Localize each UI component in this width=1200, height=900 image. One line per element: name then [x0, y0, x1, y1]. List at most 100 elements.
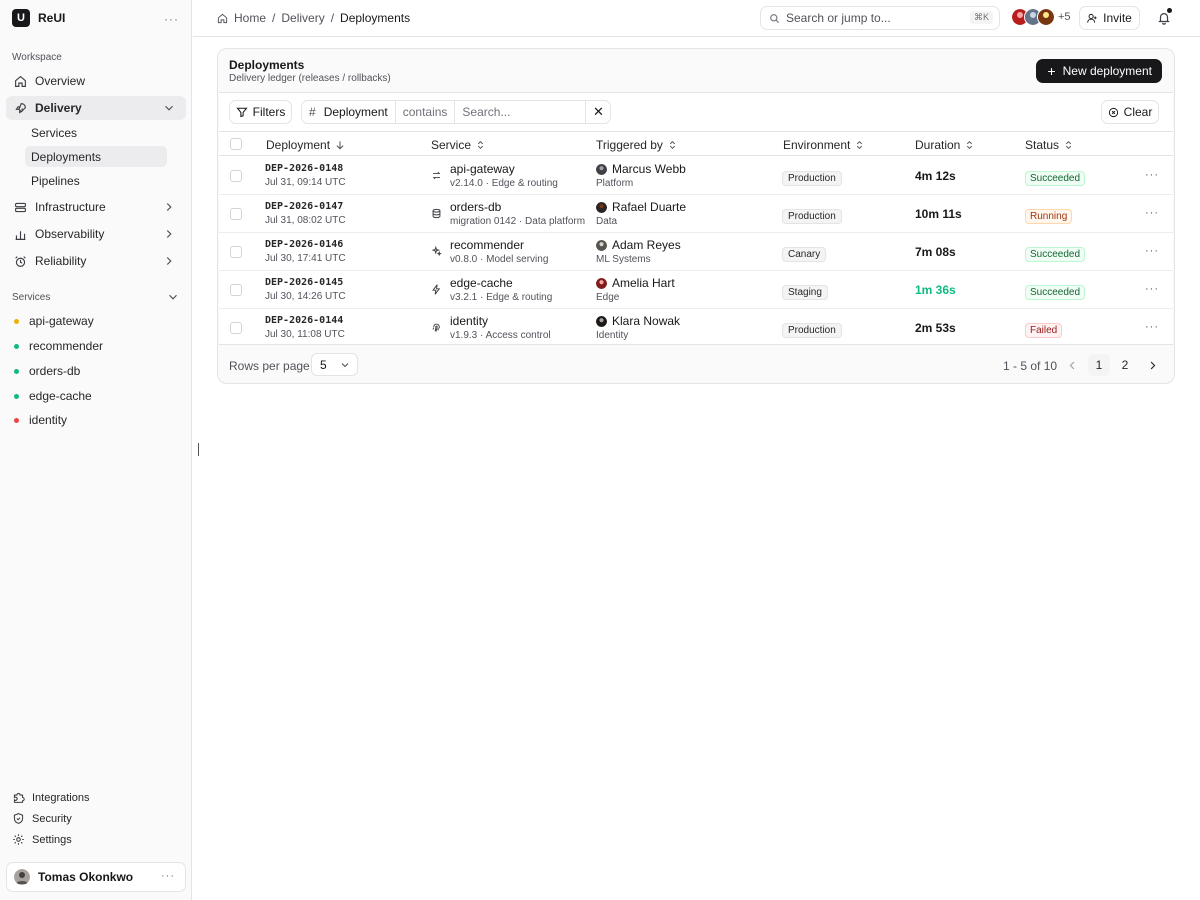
deployment-id[interactable]: DEP-2026-0148: [265, 163, 346, 174]
chevron-right-icon[interactable]: [162, 200, 176, 214]
more-horizontal-icon[interactable]: ···: [1145, 169, 1159, 181]
environment-cell: Production: [782, 207, 842, 224]
service-meta: v1.9.3 · Access control: [450, 330, 551, 341]
sidebar-item-overview[interactable]: Overview: [6, 69, 186, 93]
more-horizontal-icon[interactable]: ···: [1145, 321, 1159, 333]
sidebar-footer-security[interactable]: Security: [12, 812, 72, 825]
rows-per-page-select[interactable]: 5: [311, 353, 358, 376]
status-cell: Succeeded: [1025, 169, 1086, 186]
new-deployment-label: New deployment: [1062, 64, 1152, 78]
column-duration[interactable]: Duration: [915, 138, 974, 152]
table-row[interactable]: DEP-2026-0144 Jul 30, 11:08 UTC identity…: [219, 309, 1173, 347]
table-row[interactable]: DEP-2026-0145 Jul 30, 14:26 UTC edge-cac…: [219, 271, 1173, 309]
sidebar-item-reliability[interactable]: Reliability: [6, 249, 186, 273]
user-name[interactable]: Marcus Webb: [612, 162, 686, 176]
deployment-id[interactable]: DEP-2026-0146: [265, 239, 346, 250]
status-cell: Succeeded: [1025, 283, 1086, 300]
brand-logo: U: [12, 9, 30, 27]
chevron-down-icon[interactable]: [166, 290, 180, 304]
sidebar-subitem-pipelines[interactable]: Pipelines: [25, 170, 167, 191]
row-checkbox[interactable]: [230, 170, 242, 182]
sidebar-item-observability[interactable]: Observability: [6, 222, 186, 246]
deployment-time: Jul 31, 08:02 UTC: [265, 215, 346, 226]
environment-badge: Production: [782, 209, 842, 224]
table-row[interactable]: DEP-2026-0146 Jul 30, 17:41 UTC recommen…: [219, 233, 1173, 271]
triggered-by-cell: Marcus Webb Platform: [596, 162, 686, 189]
deployment-id[interactable]: DEP-2026-0147: [265, 201, 346, 212]
deployment-id[interactable]: DEP-2026-0144: [265, 315, 345, 326]
collaborator-avatars[interactable]: +5: [1011, 8, 1071, 26]
clear-button[interactable]: Clear: [1101, 100, 1159, 124]
bell-icon[interactable]: [1157, 11, 1171, 25]
bolt-icon: [432, 284, 441, 295]
environment-cell: Production: [782, 321, 842, 338]
service-name[interactable]: api-gateway: [450, 162, 558, 176]
row-checkbox[interactable]: [230, 284, 242, 296]
more-horizontal-icon[interactable]: ···: [1145, 207, 1159, 219]
sidebar-service-recommender[interactable]: recommender: [14, 339, 103, 353]
status-dot: [14, 343, 19, 349]
more-horizontal-icon[interactable]: ···: [1145, 245, 1159, 257]
column-deployment[interactable]: Deployment: [266, 138, 345, 152]
user-team: ML Systems: [596, 254, 651, 265]
sidebar-service-edge-cache[interactable]: edge-cache: [14, 389, 92, 403]
column-environment[interactable]: Environment: [783, 138, 864, 152]
table-row[interactable]: DEP-2026-0147 Jul 31, 08:02 UTC orders-d…: [219, 195, 1173, 233]
user-name[interactable]: Adam Reyes: [612, 238, 681, 252]
sidebar-service-api-gateway[interactable]: api-gateway: [14, 314, 94, 328]
page-button-2[interactable]: 2: [1114, 354, 1136, 376]
breadcrumb-delivery[interactable]: Delivery: [281, 11, 324, 25]
new-deployment-button[interactable]: New deployment: [1035, 59, 1162, 83]
plus-icon: [1047, 67, 1055, 75]
sidebar-item-delivery[interactable]: Delivery: [6, 96, 186, 120]
column-triggered-by[interactable]: Triggered by: [596, 138, 677, 152]
global-search[interactable]: Search or jump to... ⌘K: [760, 6, 1000, 30]
invite-button[interactable]: Invite: [1079, 6, 1140, 30]
deployment-id[interactable]: DEP-2026-0145: [265, 277, 346, 288]
row-checkbox[interactable]: [230, 208, 242, 220]
avatar: [596, 315, 607, 327]
more-horizontal-icon[interactable]: ···: [161, 870, 175, 882]
sidebar-subitem-services[interactable]: Services: [25, 122, 167, 143]
filter-field-select[interactable]: # Deployment: [302, 101, 396, 123]
service-name[interactable]: identity: [450, 314, 551, 328]
sidebar-footer-settings[interactable]: Settings: [12, 833, 72, 846]
prev-page-button[interactable]: [1061, 354, 1083, 376]
sort-icon: [669, 140, 675, 150]
sidebar-subitem-deployments[interactable]: Deployments: [25, 146, 167, 167]
column-status[interactable]: Status: [1025, 138, 1073, 152]
sidebar-footer-integrations[interactable]: Integrations: [12, 791, 89, 804]
close-icon[interactable]: ✕: [586, 101, 610, 123]
service-name[interactable]: orders-db: [450, 200, 585, 214]
user-menu[interactable]: Tomas Okonkwo ···: [6, 862, 186, 892]
breadcrumb-home[interactable]: Home: [234, 11, 266, 25]
select-all-checkbox[interactable]: [230, 138, 242, 150]
breadcrumb-separator: /: [330, 11, 335, 25]
next-page-button[interactable]: [1141, 354, 1163, 376]
filter-search-input[interactable]: [455, 101, 587, 123]
filter-operator-select[interactable]: contains: [396, 101, 456, 123]
sidebar-service-identity[interactable]: identity: [14, 413, 67, 427]
table-row[interactable]: DEP-2026-0148 Jul 31, 09:14 UTC api-gate…: [219, 157, 1173, 195]
chevron-down-icon[interactable]: [162, 101, 176, 115]
row-checkbox[interactable]: [230, 246, 242, 258]
chevron-right-icon[interactable]: [162, 227, 176, 241]
triggered-by-cell: Adam Reyes ML Systems: [596, 238, 681, 265]
service-name[interactable]: recommender: [450, 238, 548, 252]
user-name[interactable]: Klara Nowak: [612, 314, 680, 328]
more-horizontal-icon[interactable]: ···: [1145, 283, 1159, 295]
user-name[interactable]: Amelia Hart: [612, 276, 675, 290]
service-meta: migration 0142 · Data platform: [450, 216, 586, 227]
filters-button[interactable]: Filters: [229, 100, 292, 124]
column-service[interactable]: Service: [431, 138, 485, 152]
sidebar-item-infrastructure[interactable]: Infrastructure: [6, 195, 186, 219]
brand[interactable]: U ReUI: [12, 9, 65, 27]
sidebar-service-orders-db[interactable]: orders-db: [14, 364, 80, 378]
service-name[interactable]: edge-cache: [450, 276, 552, 290]
page-button-1[interactable]: 1: [1088, 354, 1110, 376]
row-checkbox[interactable]: [230, 322, 242, 334]
more-horizontal-icon[interactable]: ···: [164, 12, 179, 26]
column-label: Environment: [783, 138, 851, 152]
user-name[interactable]: Rafael Duarte: [612, 200, 686, 214]
chevron-right-icon[interactable]: [162, 254, 176, 268]
